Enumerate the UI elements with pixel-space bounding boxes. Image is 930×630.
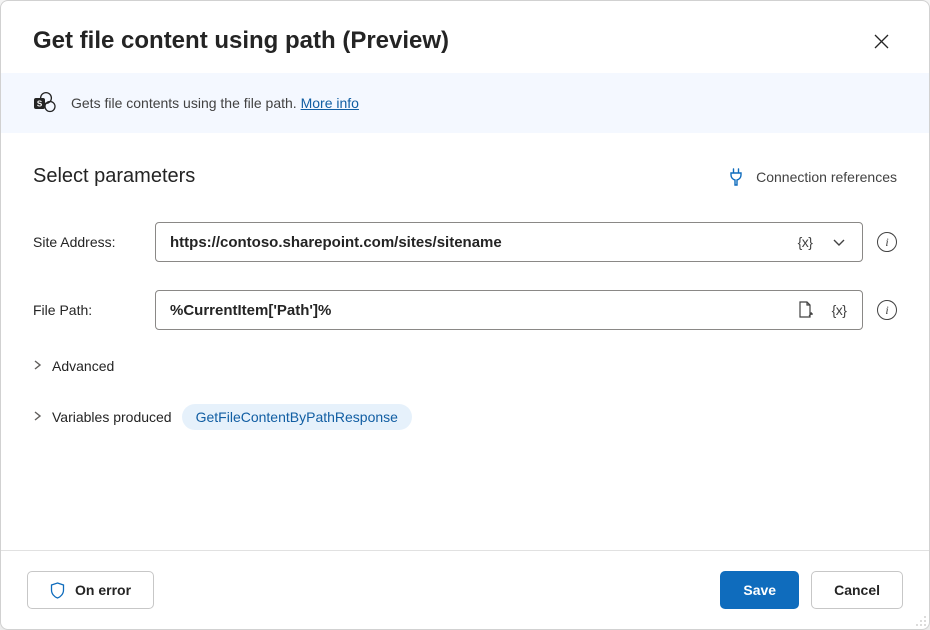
dialog-title: Get file content using path (Preview): [33, 27, 449, 55]
variable-picker-icon[interactable]: {x}: [792, 229, 818, 255]
sharepoint-connector-icon: S: [33, 91, 57, 115]
resize-grip-icon[interactable]: [913, 613, 927, 627]
dialog-footer: On error Save Cancel: [1, 550, 929, 629]
file-path-value: %CurrentItem['Path']%: [170, 302, 784, 319]
site-address-input[interactable]: https://contoso.sharepoint.com/sites/sit…: [155, 222, 863, 262]
info-banner: S Gets file contents using the file path…: [1, 73, 929, 133]
file-path-row: File Path: %CurrentItem['Path']% {x} i: [33, 290, 897, 330]
variables-produced-toggle[interactable]: Variables produced GetFileContentByPathR…: [33, 404, 897, 430]
info-icon: i: [885, 235, 888, 250]
svg-text:S: S: [37, 100, 43, 109]
variable-picker-icon[interactable]: {x}: [826, 297, 852, 323]
advanced-toggle[interactable]: Advanced: [33, 358, 897, 374]
plug-icon: [728, 168, 744, 186]
action-config-dialog: Get file content using path (Preview) S …: [0, 0, 930, 630]
parameters-title: Select parameters: [33, 165, 195, 188]
close-icon: [874, 34, 889, 49]
cancel-button[interactable]: Cancel: [811, 571, 903, 609]
variables-produced-label: Variables produced: [52, 409, 172, 425]
site-address-value: https://contoso.sharepoint.com/sites/sit…: [170, 234, 784, 251]
shield-icon: [50, 582, 65, 599]
banner-text: Gets file contents using the file path. …: [71, 95, 359, 111]
close-button[interactable]: [865, 25, 897, 57]
file-path-label: File Path:: [33, 302, 143, 318]
more-info-link[interactable]: More info: [301, 95, 359, 111]
banner-description: Gets file contents using the file path.: [71, 95, 297, 111]
parameters-section-header: Select parameters Connection references: [33, 165, 897, 188]
on-error-label: On error: [75, 582, 131, 598]
save-button[interactable]: Save: [720, 571, 799, 609]
chevron-right-icon: [33, 411, 42, 424]
file-path-info[interactable]: i: [877, 300, 897, 320]
dialog-content: Select parameters Connection references …: [1, 133, 929, 550]
site-address-info[interactable]: i: [877, 232, 897, 252]
on-error-button[interactable]: On error: [27, 571, 154, 609]
file-picker-button[interactable]: [792, 297, 818, 323]
dialog-header: Get file content using path (Preview): [1, 1, 929, 73]
file-picker-icon: [797, 301, 814, 319]
info-icon: i: [885, 303, 888, 318]
dropdown-toggle[interactable]: [826, 229, 852, 255]
chevron-right-icon: [33, 360, 42, 373]
site-address-label: Site Address:: [33, 234, 143, 250]
site-address-row: Site Address: https://contoso.sharepoint…: [33, 222, 897, 262]
output-variable-pill[interactable]: GetFileContentByPathResponse: [182, 404, 412, 430]
connection-references-button[interactable]: Connection references: [728, 168, 897, 186]
chevron-down-icon: [832, 235, 846, 249]
advanced-label: Advanced: [52, 358, 114, 374]
connection-references-label: Connection references: [756, 169, 897, 185]
file-path-input[interactable]: %CurrentItem['Path']% {x}: [155, 290, 863, 330]
